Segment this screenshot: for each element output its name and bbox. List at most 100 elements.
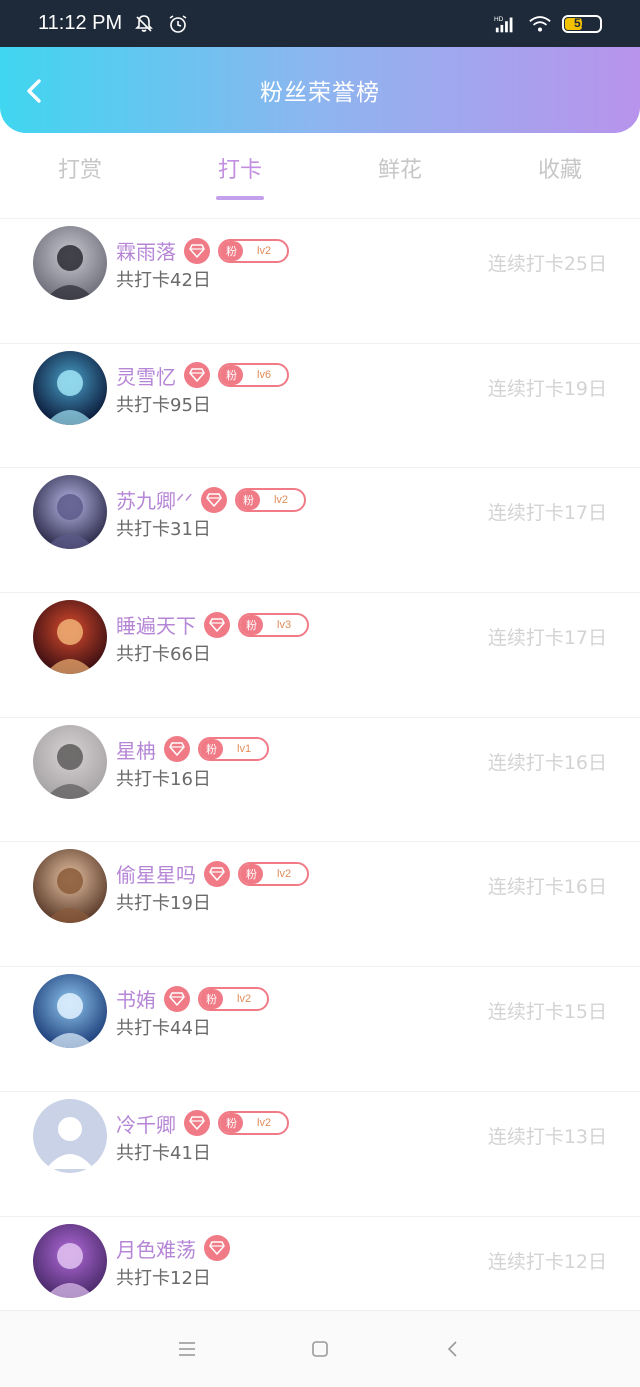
total-checkins: 共打卡12日 [116, 1267, 211, 1289]
total-checkins: 共打卡41日 [116, 1142, 211, 1164]
fan-level-badge: 粉 lv3 [238, 612, 310, 637]
page-title: 粉丝荣誉榜 [260, 80, 380, 106]
status-time: 11:12 PM [38, 12, 123, 34]
wifi-icon [528, 12, 552, 36]
streak-checkins: 连续打卡16日 [487, 876, 607, 899]
name-line: 苏九卿ᐟᐟ 粉 lv2 [116, 485, 306, 514]
fan-row[interactable]: 睡遍天下 粉 lv3 共打卡66日 连续打卡17日 [0, 592, 640, 717]
fan-level-badge: 粉 lv2 [218, 238, 290, 263]
tab-favorites[interactable]: 收藏 [480, 140, 640, 206]
fan-list: 霖雨落 粉 lv2 共打卡42日 连续打卡25日 灵雪忆 粉 lv6 共打卡95… [0, 218, 640, 1340]
name-line: 灵雪忆 粉 lv6 [116, 361, 290, 390]
name-line: 星柟 粉 lv1 [116, 735, 270, 764]
diamond-icon [204, 611, 230, 638]
fan-badge-char: 粉 [220, 365, 243, 386]
system-back-button[interactable] [387, 1319, 520, 1379]
home-button[interactable] [254, 1319, 387, 1379]
system-nav-bar [0, 1310, 640, 1387]
fan-level: lv6 [257, 369, 272, 382]
diamond-icon [164, 736, 190, 763]
avatar[interactable] [33, 475, 107, 550]
total-checkins: 共打卡95日 [116, 394, 211, 416]
avatar[interactable] [33, 724, 107, 799]
avatar[interactable] [33, 974, 107, 1049]
tab-reward[interactable]: 打赏 [0, 140, 160, 206]
streak-checkins: 连续打卡13日 [487, 1125, 607, 1148]
chevron-left-icon [27, 79, 41, 103]
fan-row[interactable]: 偷星星吗 粉 lv2 共打卡19日 连续打卡16日 [0, 841, 640, 966]
total-checkins: 共打卡31日 [116, 519, 211, 541]
diamond-icon [204, 1235, 230, 1261]
streak-checkins: 连续打卡17日 [487, 502, 607, 525]
total-checkins: 共打卡19日 [116, 893, 211, 915]
avatar[interactable] [33, 1223, 107, 1298]
avatar[interactable] [33, 600, 107, 675]
fan-row[interactable]: 灵雪忆 粉 lv6 共打卡95日 连续打卡19日 [0, 342, 640, 468]
tab-indicator [216, 196, 264, 200]
tab-checkin[interactable]: 打卡 [160, 140, 320, 206]
total-checkins: 共打卡16日 [116, 768, 211, 790]
fan-name: 霖雨落 [116, 240, 176, 264]
diamond-icon [200, 486, 227, 513]
name-line: 冷千卿 粉 lv2 [116, 1109, 290, 1138]
fan-row[interactable]: 书姷 粉 lv2 共打卡44日 连续打卡15日 [0, 966, 640, 1091]
fan-level-badge: 粉 lv2 [218, 1111, 290, 1136]
home-square-icon [312, 1341, 328, 1357]
tab-label: 打赏 [57, 158, 102, 183]
fan-badge-char: 粉 [240, 863, 263, 884]
menu-button[interactable] [121, 1319, 254, 1379]
fan-level: lv2 [237, 992, 252, 1005]
fan-level: lv1 [237, 743, 252, 756]
fan-level-badge: 粉 lv2 [234, 487, 306, 512]
bell-off-icon [132, 12, 156, 36]
menu-icon [179, 1342, 195, 1356]
diamond-icon [184, 362, 210, 389]
battery-icon: 51 [562, 14, 602, 33]
name-line: 睡遍天下 粉 lv3 [116, 610, 310, 639]
fan-name: 苏九卿ᐟᐟ [116, 489, 193, 514]
fan-name: 冷千卿 [116, 1112, 176, 1137]
back-button[interactable] [18, 75, 50, 107]
avatar[interactable] [33, 350, 107, 425]
fan-badge-char: 粉 [220, 240, 243, 261]
fan-name: 书姷 [116, 988, 156, 1013]
streak-checkins: 连续打卡19日 [487, 377, 607, 400]
alarm-icon [166, 12, 190, 36]
fan-level-badge: 粉 lv6 [218, 363, 290, 388]
diamond-icon [164, 985, 190, 1012]
tab-label: 打卡 [217, 158, 262, 183]
tab-label: 鲜花 [377, 158, 422, 183]
tab-bar: 打赏 打卡 鲜花 收藏 [0, 140, 640, 206]
fan-badge-char: 粉 [200, 739, 223, 760]
fan-row[interactable]: 霖雨落 粉 lv2 共打卡42日 连续打卡25日 [0, 218, 640, 343]
name-line: 偷星星吗 粉 lv2 [116, 859, 310, 888]
avatar[interactable] [33, 849, 107, 924]
streak-checkins: 连续打卡15日 [487, 1001, 607, 1024]
tab-label: 收藏 [537, 158, 582, 183]
fan-row[interactable]: 苏九卿ᐟᐟ 粉 lv2 共打卡31日 连续打卡17日 [0, 467, 640, 592]
streak-checkins: 连续打卡17日 [487, 627, 607, 650]
streak-checkins: 连续打卡12日 [487, 1250, 607, 1273]
fan-level-badge: 粉 lv1 [198, 737, 270, 762]
streak-checkins: 连续打卡25日 [487, 253, 607, 275]
fan-level-badge: 粉 lv2 [238, 861, 310, 886]
fan-badge-char: 粉 [236, 489, 260, 510]
fan-name: 睡遍天下 [116, 614, 196, 639]
fan-level: lv2 [273, 493, 288, 506]
avatar[interactable] [33, 1098, 107, 1173]
header: 粉丝荣誉榜 [0, 47, 640, 133]
back-triangle-icon [447, 1341, 457, 1357]
diamond-icon [184, 237, 210, 264]
svg-text:HD: HD [494, 16, 504, 23]
diamond-icon [204, 860, 230, 887]
tab-flowers[interactable]: 鲜花 [320, 140, 480, 206]
total-checkins: 共打卡66日 [116, 644, 211, 666]
avatar[interactable] [33, 226, 107, 300]
fan-level-badge: 粉 lv2 [198, 986, 270, 1011]
total-checkins: 共打卡42日 [116, 270, 211, 291]
fan-badge-char: 粉 [200, 988, 223, 1009]
fan-name: 偷星星吗 [116, 863, 196, 888]
fan-row[interactable]: 星柟 粉 lv1 共打卡16日 连续打卡16日 [0, 716, 640, 842]
fan-name: 灵雪忆 [116, 364, 176, 389]
fan-row[interactable]: 冷千卿 粉 lv2 共打卡41日 连续打卡13日 [0, 1090, 640, 1216]
